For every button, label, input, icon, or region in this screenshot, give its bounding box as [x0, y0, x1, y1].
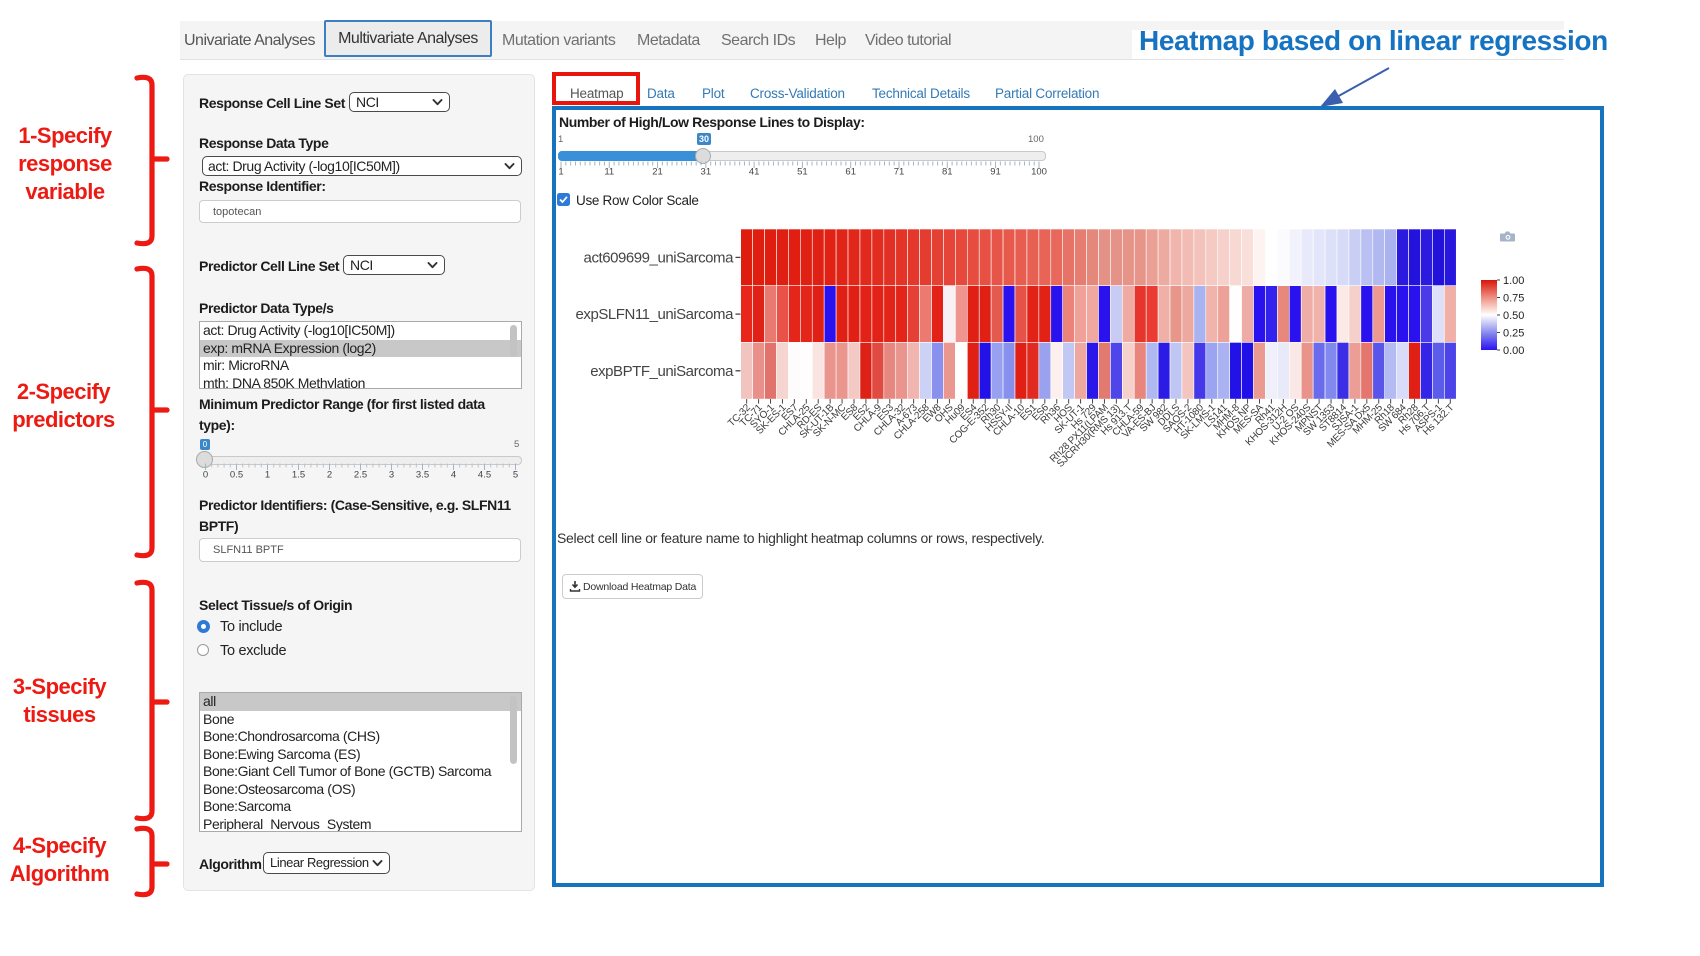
svg-text:0.75: 0.75 [1503, 293, 1524, 305]
svg-text:act609699_uniSarcoma: act609699_uniSarcoma [584, 249, 735, 266]
svg-text:expSLFN11_uniSarcoma: expSLFN11_uniSarcoma [576, 306, 735, 323]
svg-text:1.00: 1.00 [1503, 275, 1524, 287]
svg-text:0.00: 0.00 [1503, 345, 1524, 357]
svg-text:0.50: 0.50 [1503, 310, 1524, 322]
svg-text:expBPTF_uniSarcoma: expBPTF_uniSarcoma [590, 363, 734, 380]
svg-text:0.25: 0.25 [1503, 328, 1524, 340]
